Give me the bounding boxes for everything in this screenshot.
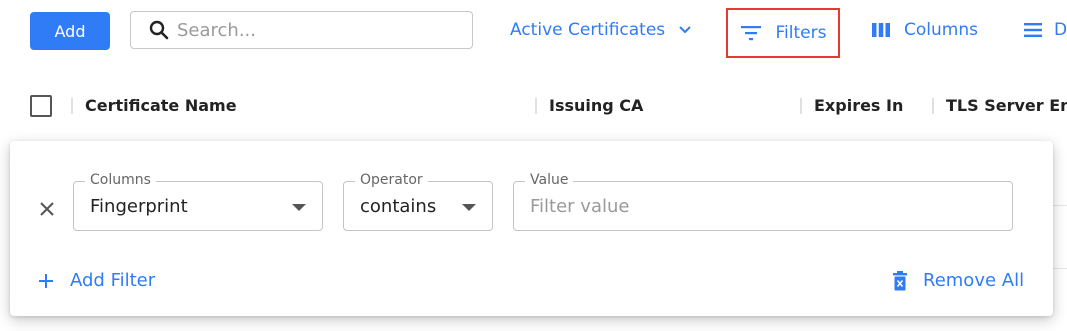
column-separator[interactable]	[535, 98, 537, 114]
close-icon[interactable]	[38, 200, 56, 218]
columns-select-label: Columns	[85, 172, 156, 188]
column-header-certificate-name[interactable]: Certificate Name	[85, 96, 237, 115]
delete-icon	[893, 270, 907, 290]
columns-label: Columns	[904, 20, 978, 40]
dropdown-caret-icon	[292, 204, 306, 211]
chevron-down-icon	[679, 26, 691, 34]
column-header-issuing-ca[interactable]: Issuing CA	[549, 96, 643, 115]
columns-select-value: Fingerprint	[90, 196, 188, 217]
filter-value-field[interactable]: Value Filter value	[513, 172, 1013, 231]
filters-label: Filters	[775, 23, 827, 43]
columns-button[interactable]: Columns	[872, 20, 978, 40]
density-icon	[1024, 23, 1042, 37]
table-row-divider	[1053, 205, 1067, 206]
density-button[interactable]: D	[1024, 20, 1067, 40]
operator-select[interactable]: Operator contains	[343, 172, 493, 231]
columns-icon	[872, 23, 890, 37]
column-header-expires-in[interactable]: Expires In	[814, 96, 903, 115]
column-separator[interactable]	[800, 98, 802, 114]
view-select-label: Active Certificates	[510, 20, 666, 40]
filter-icon	[740, 26, 761, 41]
view-select[interactable]: Active Certificates	[510, 20, 691, 40]
columns-select[interactable]: Columns Fingerprint	[73, 172, 323, 231]
column-separator[interactable]	[932, 98, 934, 114]
dropdown-caret-icon	[462, 204, 476, 211]
plus-icon	[39, 273, 53, 288]
search-input[interactable]	[175, 18, 449, 42]
filters-button[interactable]: Filters	[726, 8, 840, 58]
column-header-tls-server-end[interactable]: TLS Server End	[946, 96, 1067, 115]
add-button[interactable]: Add	[30, 12, 110, 50]
filter-value-input[interactable]: Filter value	[530, 196, 629, 217]
density-label: D	[1054, 20, 1067, 40]
add-filter-button[interactable]: Add Filter	[38, 270, 155, 291]
select-all-checkbox[interactable]	[30, 95, 52, 117]
column-separator[interactable]	[71, 98, 73, 114]
filter-value-label: Value	[525, 172, 574, 188]
add-filter-label: Add Filter	[70, 270, 156, 291]
operator-select-value: contains	[360, 196, 437, 217]
remove-all-button[interactable]: Remove All	[892, 270, 1024, 291]
remove-all-label: Remove All	[923, 270, 1025, 291]
table-row-divider	[1053, 268, 1067, 269]
search-icon	[149, 20, 169, 40]
operator-select-label: Operator	[355, 172, 428, 188]
search-box[interactable]	[130, 11, 473, 49]
